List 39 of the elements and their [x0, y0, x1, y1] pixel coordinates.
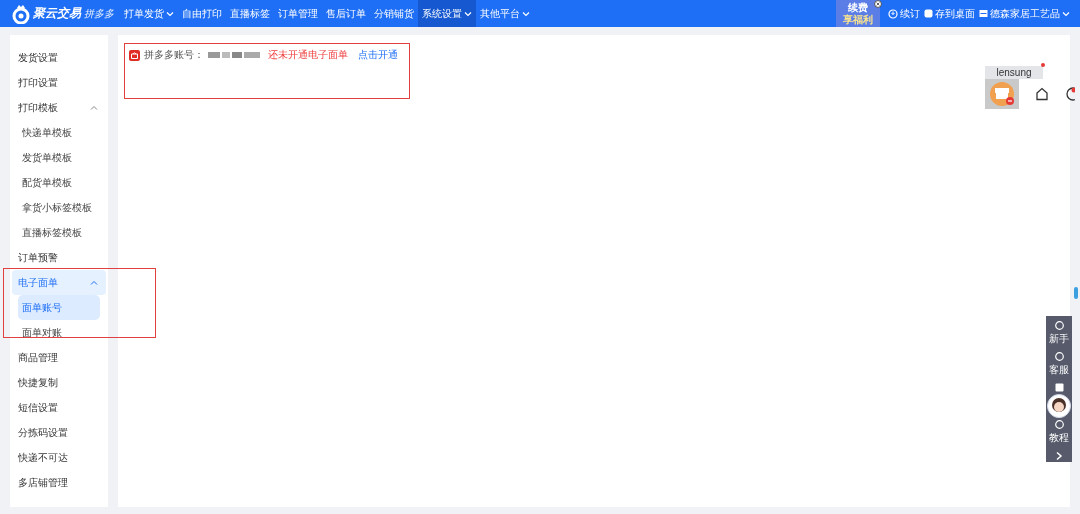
sidebar-subitem[interactable]: 面单对账: [18, 320, 100, 345]
sidebar-item[interactable]: 短信设置: [12, 395, 106, 420]
promo-badge[interactable]: 续费 享福利: [836, 0, 880, 27]
account-label: 拼多多账号：: [144, 48, 204, 62]
save-to-desktop-link[interactable]: 存到桌面: [922, 6, 977, 21]
activate-link[interactable]: 点击开通: [358, 48, 398, 62]
sidebar-item[interactable]: 多店铺管理: [12, 470, 106, 495]
sidebar-item[interactable]: 快捷复制: [12, 370, 106, 395]
nav-tab[interactable]: 分销铺货: [370, 0, 418, 27]
sidebar-subitem[interactable]: 直播标签模板: [18, 220, 100, 245]
sidebar-item[interactable]: 打印设置: [12, 70, 106, 95]
sidebar-subitem[interactable]: 发货单模板: [18, 145, 100, 170]
status-text: 还未开通电子面单: [268, 48, 348, 62]
nav-tab[interactable]: 直播标签: [226, 0, 274, 27]
tool-label[interactable]: 客服: [1049, 363, 1069, 377]
sidebar-item[interactable]: 快递不可达: [12, 445, 106, 470]
sidebar-item[interactable]: 商品管理: [12, 345, 106, 370]
tool-label[interactable]: 新手: [1049, 332, 1069, 346]
nav-tab[interactable]: 订单管理: [274, 0, 322, 27]
nav-tab[interactable]: 售后订单: [322, 0, 370, 27]
sidebar-item[interactable]: 发货设置: [12, 45, 106, 70]
sidebar-item[interactable]: 电子面单: [12, 270, 106, 295]
tool-label[interactable]: 教程: [1049, 431, 1069, 445]
sidebar-subitem[interactable]: 快递单模板: [18, 120, 100, 145]
sidebar-item[interactable]: 打印模板: [12, 95, 106, 120]
shop-menu[interactable]: 德森家居工艺品: [977, 6, 1072, 21]
user-tag: lensung: [985, 66, 1043, 79]
sidebar-item[interactable]: 分拣码设置: [12, 420, 106, 445]
sidebar-item[interactable]: 订单预警: [12, 245, 106, 270]
sidebar-subitem[interactable]: 配货单模板: [18, 170, 100, 195]
nav-tab[interactable]: 系统设置: [418, 0, 476, 27]
sidebar-subitem[interactable]: 面单账号: [18, 295, 100, 320]
logo-subtitle: 拼多多: [84, 6, 114, 21]
sidebar-subitem[interactable]: 拿货小标签模板: [18, 195, 100, 220]
nav-tab[interactable]: 其他平台: [476, 0, 534, 27]
renew-link[interactable]: 续订: [886, 6, 922, 21]
nav-tab[interactable]: 打单发货: [120, 0, 178, 27]
nav-tab[interactable]: 自由打印: [178, 0, 226, 27]
logo-text: 聚云交易: [33, 5, 81, 22]
